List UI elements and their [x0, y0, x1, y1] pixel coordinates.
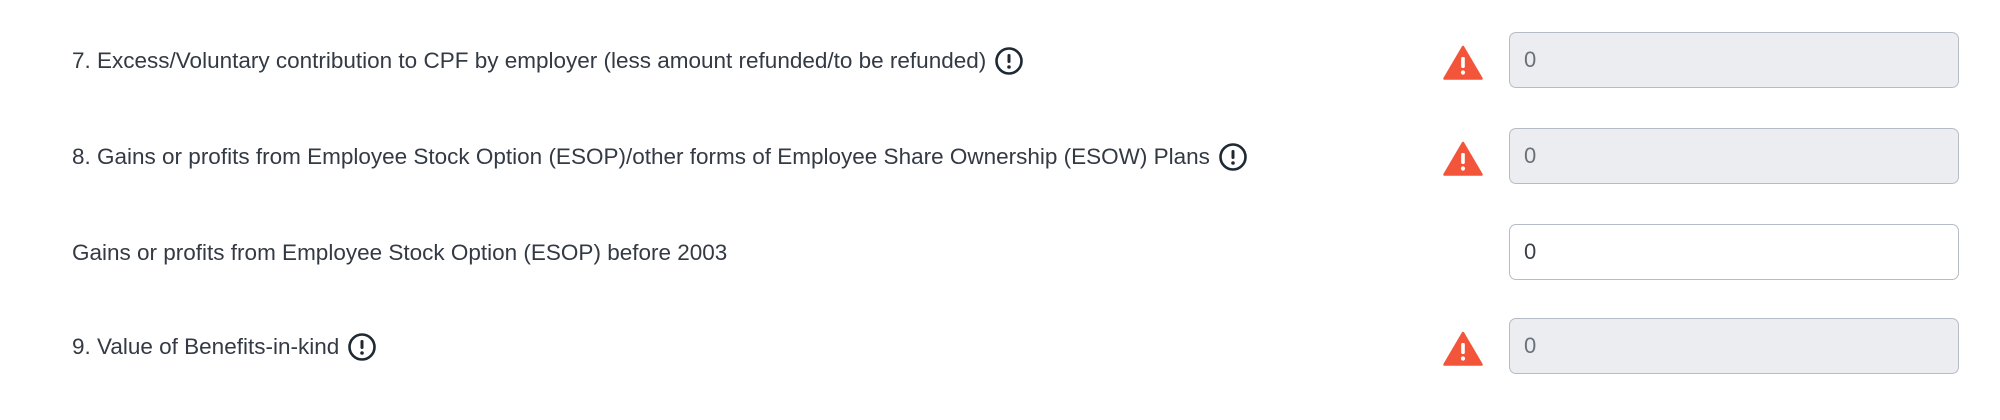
income-form: 7. Excess/Voluntary contribution to CPF … — [0, 0, 2000, 420]
excess-cpf-contribution-label: 7. Excess/Voluntary contribution to CPF … — [72, 48, 987, 73]
warning-triangle-icon — [1443, 141, 1483, 176]
excess-cpf-contribution-field[interactable] — [1509, 32, 1959, 88]
form-row-esop-before-2003: Gains or profits from Employee Stock Opt… — [0, 224, 2000, 282]
row-label-group: Gains or profits from Employee Stock Opt… — [72, 224, 727, 282]
form-row-esop-esow-gains: 8. Gains or profits from Employee Stock … — [0, 128, 2000, 186]
warning-triangle-icon — [1443, 331, 1483, 366]
benefits-in-kind-label: 9. Value of Benefits-in-kind — [72, 334, 340, 359]
form-row-excess-cpf-contribution: 7. Excess/Voluntary contribution to CPF … — [0, 32, 2000, 90]
form-row-benefits-in-kind: 9. Value of Benefits-in-kind — [0, 318, 2000, 376]
esop-before-2003-label: Gains or profits from Employee Stock Opt… — [72, 240, 728, 265]
info-exclamation-icon[interactable] — [1218, 142, 1248, 172]
info-exclamation-icon[interactable] — [994, 46, 1024, 76]
benefits-in-kind-field[interactable] — [1509, 318, 1959, 374]
esop-before-2003-field[interactable] — [1509, 224, 1959, 280]
row-label-group: 7. Excess/Voluntary contribution to CPF … — [72, 32, 1024, 90]
warning-triangle-icon — [1443, 45, 1483, 80]
row-label-group: 9. Value of Benefits-in-kind — [72, 318, 377, 376]
esop-esow-gains-label: 8. Gains or profits from Employee Stock … — [72, 144, 1210, 169]
esop-esow-gains-field[interactable] — [1509, 128, 1959, 184]
info-exclamation-icon[interactable] — [347, 332, 377, 362]
row-label-group: 8. Gains or profits from Employee Stock … — [72, 128, 1248, 186]
